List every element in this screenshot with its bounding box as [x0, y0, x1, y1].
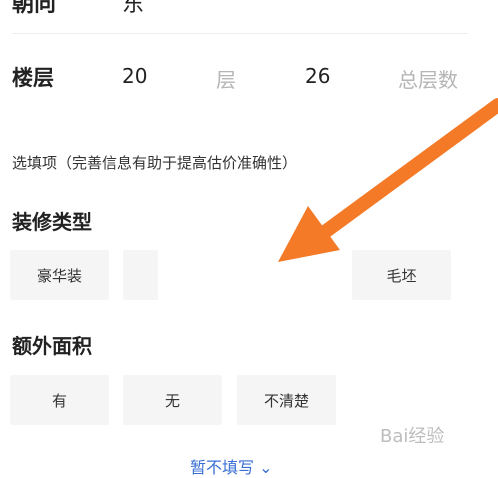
decoration-option-rough[interactable]: 毛坯 — [352, 250, 451, 300]
watermark-text: Bai经验 — [380, 426, 444, 447]
decoration-title: 装修类型 — [12, 210, 92, 234]
skip-link-label: 暂不填写 — [190, 458, 255, 477]
orientation-label: 朝向 — [12, 0, 57, 17]
extra-area-option-yes[interactable]: 有 — [10, 375, 109, 425]
orientation-row[interactable]: 朝向 东 — [12, 0, 144, 18]
total-floors-label: 总层数 — [398, 68, 458, 92]
divider — [12, 33, 468, 34]
obscured-area — [158, 245, 340, 307]
skip-link[interactable]: 暂不填写 ⌄ — [190, 454, 273, 478]
watermark-logo-icon: Bai经验 — [380, 426, 444, 447]
extra-area-option-unsure[interactable]: 不清楚 — [237, 375, 336, 425]
extra-area-title: 额外面积 — [12, 334, 92, 358]
extra-area-option-no[interactable]: 无 — [123, 375, 222, 425]
total-floors-input[interactable]: 26 — [305, 64, 330, 88]
orientation-value: 东 — [122, 0, 145, 17]
floor-input[interactable]: 20 — [122, 64, 147, 88]
floor-label: 楼层 — [12, 66, 54, 90]
decoration-option-luxury[interactable]: 豪华装 — [10, 250, 109, 300]
floor-unit-label: 层 — [216, 68, 236, 92]
optional-hint: 选填项（完善信息有助于提高估价准确性） — [12, 154, 298, 172]
chevron-down-icon: ⌄ — [259, 458, 273, 477]
